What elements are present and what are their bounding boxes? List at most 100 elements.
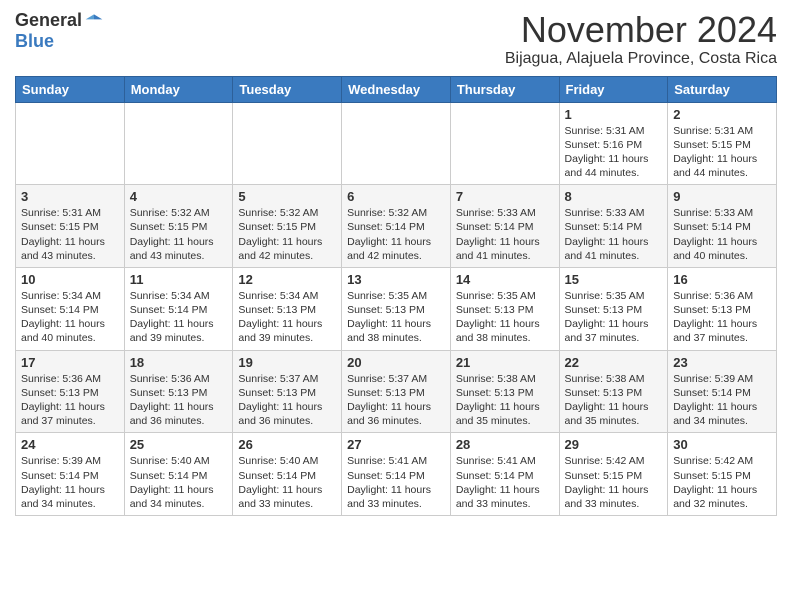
day-number: 22 xyxy=(565,355,663,370)
day-info: Sunrise: 5:31 AM Sunset: 5:15 PM Dayligh… xyxy=(673,124,771,181)
day-number: 1 xyxy=(565,107,663,122)
calendar-cell xyxy=(450,102,559,185)
calendar-header-row: SundayMondayTuesdayWednesdayThursdayFrid… xyxy=(16,76,777,102)
day-info: Sunrise: 5:38 AM Sunset: 5:13 PM Dayligh… xyxy=(565,372,663,429)
day-info: Sunrise: 5:41 AM Sunset: 5:14 PM Dayligh… xyxy=(456,454,554,511)
day-info: Sunrise: 5:34 AM Sunset: 5:13 PM Dayligh… xyxy=(238,289,336,346)
day-info: Sunrise: 5:35 AM Sunset: 5:13 PM Dayligh… xyxy=(565,289,663,346)
calendar-table: SundayMondayTuesdayWednesdayThursdayFrid… xyxy=(15,76,777,516)
day-number: 10 xyxy=(21,272,119,287)
day-info: Sunrise: 5:32 AM Sunset: 5:15 PM Dayligh… xyxy=(238,206,336,263)
day-number: 30 xyxy=(673,437,771,452)
day-info: Sunrise: 5:31 AM Sunset: 5:15 PM Dayligh… xyxy=(21,206,119,263)
day-info: Sunrise: 5:37 AM Sunset: 5:13 PM Dayligh… xyxy=(238,372,336,429)
calendar-cell xyxy=(342,102,451,185)
day-info: Sunrise: 5:33 AM Sunset: 5:14 PM Dayligh… xyxy=(673,206,771,263)
calendar-cell: 28Sunrise: 5:41 AM Sunset: 5:14 PM Dayli… xyxy=(450,433,559,516)
day-number: 26 xyxy=(238,437,336,452)
day-number: 16 xyxy=(673,272,771,287)
day-number: 6 xyxy=(347,189,445,204)
day-info: Sunrise: 5:40 AM Sunset: 5:14 PM Dayligh… xyxy=(130,454,228,511)
calendar-cell: 14Sunrise: 5:35 AM Sunset: 5:13 PM Dayli… xyxy=(450,267,559,350)
calendar-cell: 6 Sunrise: 5:32 AM Sunset: 5:14 PM Daylig… xyxy=(342,185,451,268)
calendar-cell: 24Sunrise: 5:39 AM Sunset: 5:14 PM Dayli… xyxy=(16,433,125,516)
day-header-wednesday: Wednesday xyxy=(342,76,451,102)
day-header-sunday: Sunday xyxy=(16,76,125,102)
calendar-cell xyxy=(233,102,342,185)
day-number: 15 xyxy=(565,272,663,287)
calendar-cell: 22 Sunrise: 5:38 AM Sunset: 5:13 PM Dayli… xyxy=(559,350,668,433)
day-number: 5 xyxy=(238,189,336,204)
day-header-monday: Monday xyxy=(124,76,233,102)
day-info: Sunrise: 5:33 AM Sunset: 5:14 PM Dayligh… xyxy=(565,206,663,263)
day-info: Sunrise: 5:34 AM Sunset: 5:14 PM Dayligh… xyxy=(130,289,228,346)
day-info: Sunrise: 5:32 AM Sunset: 5:15 PM Dayligh… xyxy=(130,206,228,263)
day-number: 21 xyxy=(456,355,554,370)
calendar-cell: 26Sunrise: 5:40 AM Sunset: 5:14 PM Dayli… xyxy=(233,433,342,516)
logo: General Blue xyxy=(15,10,104,52)
day-number: 7 xyxy=(456,189,554,204)
calendar-cell: 16 Sunrise: 5:36 AM Sunset: 5:13 PM Dayli… xyxy=(668,267,777,350)
logo-text: General xyxy=(15,10,104,31)
day-number: 23 xyxy=(673,355,771,370)
logo-blue-text: Blue xyxy=(15,31,54,52)
day-number: 3 xyxy=(21,189,119,204)
day-number: 20 xyxy=(347,355,445,370)
logo-bird-icon xyxy=(84,11,104,31)
calendar-week-5: 24Sunrise: 5:39 AM Sunset: 5:14 PM Dayli… xyxy=(16,433,777,516)
calendar-cell: 7 Sunrise: 5:33 AM Sunset: 5:14 PM Daylig… xyxy=(450,185,559,268)
day-info: Sunrise: 5:37 AM Sunset: 5:13 PM Dayligh… xyxy=(347,372,445,429)
calendar-cell: 27 Sunrise: 5:41 AM Sunset: 5:14 PM Dayli… xyxy=(342,433,451,516)
day-number: 29 xyxy=(565,437,663,452)
day-info: Sunrise: 5:38 AM Sunset: 5:13 PM Dayligh… xyxy=(456,372,554,429)
day-info: Sunrise: 5:41 AM Sunset: 5:14 PM Dayligh… xyxy=(347,454,445,511)
calendar-cell: 18 Sunrise: 5:36 AM Sunset: 5:13 PM Dayli… xyxy=(124,350,233,433)
logo-general: General xyxy=(15,10,82,31)
day-number: 4 xyxy=(130,189,228,204)
location: Bijagua, Alajuela Province, Costa Rica xyxy=(505,50,777,68)
calendar-cell: 2 Sunrise: 5:31 AM Sunset: 5:15 PM Daylig… xyxy=(668,102,777,185)
calendar-cell: 10 Sunrise: 5:34 AM Sunset: 5:14 PM Dayli… xyxy=(16,267,125,350)
day-number: 18 xyxy=(130,355,228,370)
calendar-cell: 9 Sunrise: 5:33 AM Sunset: 5:14 PM Daylig… xyxy=(668,185,777,268)
calendar-cell: 8Sunrise: 5:33 AM Sunset: 5:14 PM Daylig… xyxy=(559,185,668,268)
day-number: 9 xyxy=(673,189,771,204)
page-header: General Blue November 2024 Bijagua, Alaj… xyxy=(15,10,777,68)
calendar-cell: 15 Sunrise: 5:35 AM Sunset: 5:13 PM Dayli… xyxy=(559,267,668,350)
calendar-week-1: 1Sunrise: 5:31 AM Sunset: 5:16 PM Daylig… xyxy=(16,102,777,185)
calendar-week-3: 10 Sunrise: 5:34 AM Sunset: 5:14 PM Dayli… xyxy=(16,267,777,350)
calendar-cell: 30Sunrise: 5:42 AM Sunset: 5:15 PM Dayli… xyxy=(668,433,777,516)
calendar-cell: 23 Sunrise: 5:39 AM Sunset: 5:14 PM Dayli… xyxy=(668,350,777,433)
calendar-week-2: 3 Sunrise: 5:31 AM Sunset: 5:15 PM Daylig… xyxy=(16,185,777,268)
calendar-cell: 25 Sunrise: 5:40 AM Sunset: 5:14 PM Dayli… xyxy=(124,433,233,516)
calendar-cell: 29Sunrise: 5:42 AM Sunset: 5:15 PM Dayli… xyxy=(559,433,668,516)
day-info: Sunrise: 5:32 AM Sunset: 5:14 PM Dayligh… xyxy=(347,206,445,263)
calendar-cell: 17Sunrise: 5:36 AM Sunset: 5:13 PM Dayli… xyxy=(16,350,125,433)
calendar-cell: 21 Sunrise: 5:38 AM Sunset: 5:13 PM Dayli… xyxy=(450,350,559,433)
day-number: 24 xyxy=(21,437,119,452)
day-info: Sunrise: 5:34 AM Sunset: 5:14 PM Dayligh… xyxy=(21,289,119,346)
day-number: 2 xyxy=(673,107,771,122)
calendar-week-4: 17Sunrise: 5:36 AM Sunset: 5:13 PM Dayli… xyxy=(16,350,777,433)
day-info: Sunrise: 5:33 AM Sunset: 5:14 PM Dayligh… xyxy=(456,206,554,263)
day-number: 12 xyxy=(238,272,336,287)
calendar-cell: 20 Sunrise: 5:37 AM Sunset: 5:13 PM Dayli… xyxy=(342,350,451,433)
day-info: Sunrise: 5:36 AM Sunset: 5:13 PM Dayligh… xyxy=(130,372,228,429)
day-number: 25 xyxy=(130,437,228,452)
calendar-cell: 1Sunrise: 5:31 AM Sunset: 5:16 PM Daylig… xyxy=(559,102,668,185)
day-header-friday: Friday xyxy=(559,76,668,102)
calendar-cell xyxy=(124,102,233,185)
calendar-cell: 4 Sunrise: 5:32 AM Sunset: 5:15 PM Daylig… xyxy=(124,185,233,268)
day-info: Sunrise: 5:39 AM Sunset: 5:14 PM Dayligh… xyxy=(673,372,771,429)
title-block: November 2024 Bijagua, Alajuela Province… xyxy=(505,10,777,68)
day-info: Sunrise: 5:35 AM Sunset: 5:13 PM Dayligh… xyxy=(456,289,554,346)
day-number: 27 xyxy=(347,437,445,452)
month-title: November 2024 xyxy=(505,10,777,50)
day-info: Sunrise: 5:36 AM Sunset: 5:13 PM Dayligh… xyxy=(21,372,119,429)
day-info: Sunrise: 5:36 AM Sunset: 5:13 PM Dayligh… xyxy=(673,289,771,346)
calendar-cell xyxy=(16,102,125,185)
calendar-cell: 3 Sunrise: 5:31 AM Sunset: 5:15 PM Daylig… xyxy=(16,185,125,268)
day-header-saturday: Saturday xyxy=(668,76,777,102)
calendar-cell: 19Sunrise: 5:37 AM Sunset: 5:13 PM Dayli… xyxy=(233,350,342,433)
day-info: Sunrise: 5:35 AM Sunset: 5:13 PM Dayligh… xyxy=(347,289,445,346)
